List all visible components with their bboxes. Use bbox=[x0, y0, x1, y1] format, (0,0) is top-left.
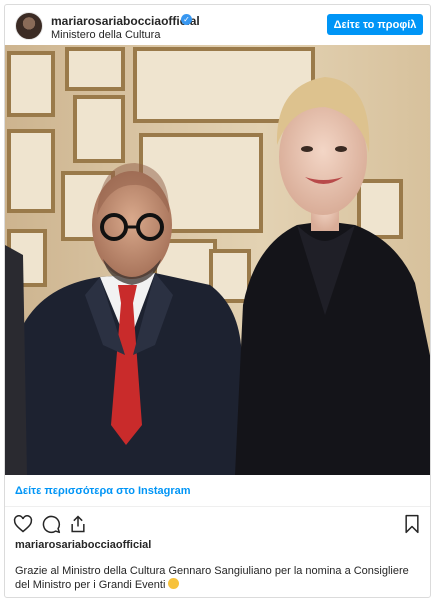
share-icon[interactable] bbox=[68, 514, 88, 534]
instagram-embed-card: mariarosariabocciaofficial ✓ Ministero d… bbox=[4, 4, 431, 598]
comment-icon[interactable] bbox=[41, 514, 61, 534]
post-header: mariarosariabocciaofficial ✓ Ministero d… bbox=[5, 5, 430, 47]
post-owner-link[interactable]: mariarosariabocciaofficial bbox=[15, 539, 151, 551]
heart-icon[interactable] bbox=[13, 514, 33, 534]
location-link[interactable]: Ministero della Cultura bbox=[51, 29, 160, 41]
username-link[interactable]: mariarosariabocciaofficial bbox=[51, 14, 200, 28]
action-bar bbox=[5, 510, 430, 536]
post-photo[interactable] bbox=[5, 45, 430, 475]
avatar[interactable] bbox=[15, 12, 43, 40]
view-more-on-instagram-link[interactable]: Δείτε περισσότερα στο Instagram bbox=[5, 475, 430, 507]
verified-badge-icon: ✓ bbox=[181, 14, 192, 25]
post-caption: Grazie al Ministro della Cultura Gennaro… bbox=[15, 564, 425, 592]
star-struck-emoji-icon bbox=[168, 578, 180, 589]
bookmark-icon[interactable] bbox=[402, 514, 422, 534]
photo-illustration bbox=[5, 45, 430, 475]
caption-text: Grazie al Ministro della Cultura Gennaro… bbox=[15, 565, 409, 591]
view-profile-button[interactable]: Δείτε το προφίλ bbox=[327, 14, 423, 35]
